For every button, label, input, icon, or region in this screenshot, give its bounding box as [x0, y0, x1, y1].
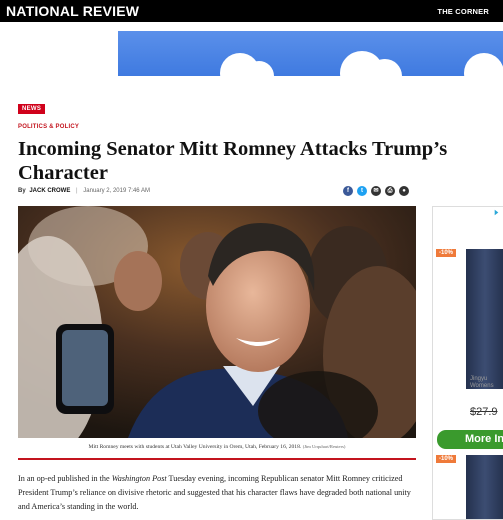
article-body-paragraph: In an op-ed published in the Washington … — [18, 472, 416, 514]
section-link[interactable]: POLITICS & POLICY — [18, 124, 79, 130]
top-banner-ad[interactable] — [118, 31, 503, 76]
by-label: By — [18, 188, 26, 194]
caption-divider — [18, 458, 416, 460]
byline: By JACK CROWE | January 2, 2019 7:46 AM — [18, 188, 150, 194]
caption-text: Mitt Romney meets with students at Utah … — [88, 444, 302, 450]
product-price: $27.9 — [470, 406, 498, 418]
photo-illustration — [18, 206, 416, 438]
site-logo[interactable]: NATIONAL REVIEW — [6, 3, 139, 19]
article-headline: Incoming Senator Mitt Romney Attacks Tru… — [18, 138, 448, 184]
comments-icon[interactable]: ● — [399, 186, 409, 196]
ad-choices-icon[interactable] — [492, 208, 501, 217]
more-info-button[interactable]: More In — [437, 430, 503, 449]
photo-caption: Mitt Romney meets with students at Utah … — [18, 444, 416, 450]
sidebar-product-ad[interactable]: -10% Jingyu Womens $27.9 More In -10% — [432, 206, 503, 520]
product-brand-line: Womens — [470, 383, 494, 389]
jeans-product-image[interactable] — [466, 249, 503, 389]
news-tag[interactable]: NEWS — [18, 104, 46, 114]
twitter-icon[interactable]: t — [357, 186, 367, 196]
the-corner-link[interactable]: THE CORNER — [437, 7, 489, 16]
product-brand-line: Jingyu — [470, 376, 488, 382]
product-card[interactable]: -10% — [436, 455, 503, 519]
article-photo — [18, 206, 416, 438]
author-link[interactable]: JACK CROWE — [29, 188, 70, 194]
publication-name: Washington Post — [111, 474, 167, 483]
print-icon[interactable]: ⎙ — [385, 186, 395, 196]
share-buttons: f t ✉ ⎙ ● — [343, 186, 409, 196]
photo-credit: (Jim Urquhart/Reuters) — [302, 444, 346, 449]
byline-separator: | — [76, 188, 78, 194]
body-intro: In an op-ed published in the — [18, 474, 112, 483]
email-icon[interactable]: ✉ — [371, 186, 381, 196]
jeans-product-image[interactable] — [466, 455, 503, 519]
product-brand: Jingyu Womens — [470, 376, 494, 390]
publish-date: January 2, 2019 7:46 AM — [83, 188, 150, 194]
discount-badge: -10% — [436, 249, 457, 257]
facebook-icon[interactable]: f — [343, 186, 353, 196]
cloud-shape — [464, 53, 503, 76]
discount-badge: -10% — [436, 455, 457, 463]
product-card[interactable]: -10% Jingyu Womens $27.9 — [436, 249, 503, 429]
top-navigation-bar: NATIONAL REVIEW THE CORNER — [0, 0, 503, 22]
